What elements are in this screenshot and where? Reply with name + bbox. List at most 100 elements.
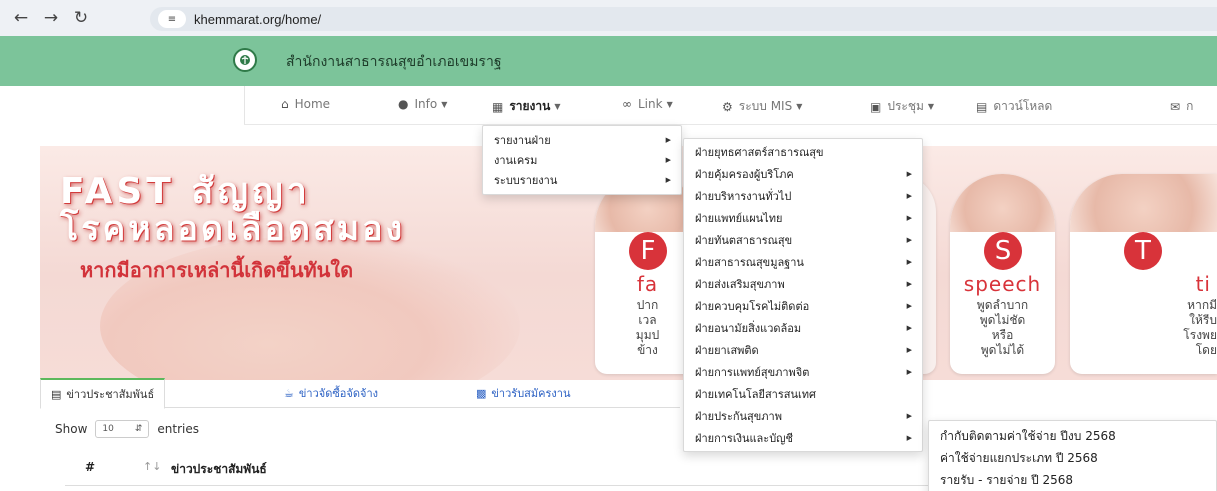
submenu-item-label: ฝ่ายยาเสพติด	[695, 344, 759, 357]
browser-toolbar: ← → ↻ ≡ khemmarat.org/home/	[0, 0, 1217, 36]
chevron-right-icon: ▶	[906, 368, 912, 376]
finance-submenu: กำกับติดตามค่าใช้จ่าย ปีงบ 2568 ค่าใช้จ่…	[928, 420, 1217, 491]
submenu-item[interactable]: ฝ่ายการแพทย์สุขภาพจิต ▶	[684, 361, 922, 383]
nav-report-label: รายงาน	[509, 99, 551, 113]
nav-link-label: Link	[638, 97, 663, 111]
site-settings-icon[interactable]: ≡	[158, 10, 186, 28]
menu-item-label: รายงานฝ่าย	[494, 134, 551, 147]
card-line: พูดลำบาก	[976, 298, 1029, 312]
department-submenu: ฝ่ายยุทธศาสตร์สาธารณสุข ฝ่ายคุ้มครองผู้บ…	[683, 138, 923, 452]
chevron-down-icon: ▼	[666, 99, 673, 109]
chevron-right-icon: ▶	[906, 236, 912, 244]
entries-select[interactable]: 10 ⇵	[95, 420, 150, 438]
sort-icon[interactable]: ↑↓	[143, 460, 161, 473]
nav-meeting[interactable]: ▣ ประชุม ▼	[870, 97, 934, 116]
card-photo	[950, 174, 1055, 232]
tab-jobs[interactable]: ▩ ข่าวรับสมัครงาน	[466, 378, 580, 408]
card-letter: T	[1124, 232, 1162, 270]
card-line: ข้าง	[637, 343, 658, 357]
chevron-right-icon: ▶	[906, 258, 912, 266]
submenu-item[interactable]: ฝ่ายยาเสพติด ▶	[684, 339, 922, 361]
submenu-item-label: ฝ่ายการแพทย์สุขภาพจิต	[695, 366, 810, 379]
nav-download[interactable]: ▤ ดาวน์โหลด	[976, 97, 1052, 116]
nav-report[interactable]: ▦ รายงาน ▼	[492, 97, 561, 116]
card-line: ให้รีบ	[1189, 313, 1217, 327]
chevron-right-icon: ▶	[906, 302, 912, 310]
moph-logo[interactable]	[233, 48, 257, 72]
news-tabs: ▤ ข่าวประชาสัมพันธ์ ☕ ข่าวจัดซื้อจัดจ้าง…	[40, 378, 680, 409]
reload-icon[interactable]: ↻	[68, 5, 94, 31]
menu-item-department-report[interactable]: รายงานฝ่าย ▶	[483, 130, 681, 150]
chevron-down-icon: ▼	[927, 102, 935, 111]
nav-info[interactable]: ● Info ▼	[398, 97, 447, 111]
card-photo	[1070, 174, 1217, 232]
submenu-item[interactable]: ฝ่ายสาธารณสุขมูลฐาน ▶	[684, 251, 922, 273]
submenu-item-label: ฝ่ายควบคุมโรคไม่ติดต่อ	[695, 300, 810, 313]
finance-menu-item[interactable]: รายรับ - รายจ่าย ปี 2568	[929, 469, 1216, 491]
nav-home[interactable]: ⌂ Home	[281, 97, 330, 111]
tab-news[interactable]: ▤ ข่าวประชาสัมพันธ์	[40, 378, 166, 409]
submenu-item-finance[interactable]: ฝ่ายการเงินและบัญชี ▶	[684, 427, 922, 449]
report-dropdown: รายงานฝ่าย ▶ งานเครม ▶ ระบบรายงาน ▶	[482, 125, 682, 195]
submenu-item-label: ฝ่ายส่งเสริมสุขภาพ	[695, 278, 785, 291]
card-line: มุมป	[635, 328, 660, 342]
chevron-down-icon: ▼	[554, 102, 561, 111]
card-word: speech	[963, 272, 1042, 296]
select-caret-icon: ⇵	[134, 424, 143, 434]
newspaper-icon: ▤	[51, 387, 62, 401]
submenu-item[interactable]: ฝ่ายทันตสาธารณสุข ▶	[684, 229, 922, 251]
nav-link[interactable]: ∞ Link ▼	[622, 97, 673, 111]
card-line: โดย	[1195, 343, 1217, 357]
submenu-item-label: ฝ่ายยุทธศาสตร์สาธารณสุข	[695, 146, 824, 159]
submenu-item[interactable]: ฝ่ายบริหารงานทั่วไป ▶	[684, 185, 922, 207]
banner-subtitle: โรคหลอดเลือดสมอง	[60, 209, 406, 249]
address-bar[interactable]: ≡ khemmarat.org/home/	[150, 7, 1217, 31]
nav-home-label: Home	[294, 97, 331, 111]
submenu-item[interactable]: ฝ่ายควบคุมโรคไม่ติดต่อ ▶	[684, 295, 922, 317]
site-header: สำนักงานสาธารณสุขอำเภอเขมราฐ	[0, 36, 1217, 86]
card-line: หรือ	[991, 328, 1014, 342]
column-number[interactable]: #	[85, 460, 95, 474]
submenu-item[interactable]: ฝ่ายอนามัยสิ่งแวดล้อม ▶	[684, 317, 922, 339]
submenu-item[interactable]: ฝ่ายคุ้มครองผู้บริโภค ▶	[684, 163, 922, 185]
sitemap-icon: ▦	[492, 99, 504, 114]
card-line: พูดไม่ชัด	[979, 313, 1026, 327]
card-line: ปาก	[636, 298, 659, 312]
chevron-down-icon: ▼	[441, 99, 448, 109]
submenu-item[interactable]: ฝ่ายประกันสุขภาพ ▶	[684, 405, 922, 427]
chevron-right-icon: ▶	[665, 176, 671, 184]
site-title[interactable]: สำนักงานสาธารณสุขอำเภอเขมราฐ	[286, 51, 502, 73]
chevron-right-icon: ▶	[906, 346, 912, 354]
card-letter: S	[984, 232, 1022, 270]
menu-item-report-system[interactable]: ระบบรายงาน ▶	[483, 170, 681, 190]
card-line: พูดไม่ได้	[980, 343, 1025, 357]
forward-arrow-icon[interactable]: →	[38, 5, 64, 31]
card-line: เวล	[638, 313, 657, 327]
card-letter: F	[629, 232, 667, 270]
back-arrow-icon[interactable]: ←	[8, 5, 34, 31]
chevron-right-icon: ▶	[906, 280, 912, 288]
navbar-divider	[244, 86, 245, 125]
submenu-item[interactable]: ฝ่ายแพทย์แผนไทย ▶	[684, 207, 922, 229]
submenu-item-label: ฝ่ายบริหารงานทั่วไป	[695, 190, 792, 203]
chevron-right-icon: ▶	[906, 192, 912, 200]
finance-menu-item-label: ค่าใช้จ่ายแยกประเภท ปี 2568	[940, 450, 1098, 465]
card-word: ti	[1195, 272, 1211, 296]
nav-more[interactable]: ✉ ก	[1170, 97, 1193, 116]
submenu-item[interactable]: ฝ่ายยุทธศาสตร์สาธารณสุข	[684, 141, 922, 163]
fast-card-speech: S speech พูดลำบาก พูดไม่ชัด หรือ พูดไม่ไ…	[950, 174, 1055, 374]
menu-item-claim[interactable]: งานเครม ▶	[483, 150, 681, 170]
tab-procurement[interactable]: ☕ ข่าวจัดซื้อจัดจ้าง	[274, 378, 388, 408]
submenu-item[interactable]: ฝ่ายเทคโนโลยีสารสนเทศ	[684, 383, 922, 405]
fast-card-time: T ti หากมี ให้รีบ โรงพย โดย	[1070, 174, 1217, 374]
chevron-right-icon: ▶	[665, 156, 671, 164]
column-title[interactable]: ข่าวประชาสัมพันธ์	[171, 460, 267, 479]
chevron-right-icon: ▶	[906, 412, 912, 420]
submenu-item-label: ฝ่ายเทคโนโลยีสารสนเทศ	[695, 388, 816, 401]
submenu-item[interactable]: ฝ่ายส่งเสริมสุขภาพ ▶	[684, 273, 922, 295]
finance-menu-item[interactable]: ค่าใช้จ่ายแยกประเภท ปี 2568	[929, 447, 1216, 469]
navbar-border	[244, 124, 1217, 125]
finance-menu-item[interactable]: กำกับติดตามค่าใช้จ่าย ปีงบ 2568	[929, 425, 1216, 447]
nav-mis[interactable]: ⚙ ระบบ MIS ▼	[722, 97, 802, 116]
entries-value: 10	[102, 424, 114, 434]
